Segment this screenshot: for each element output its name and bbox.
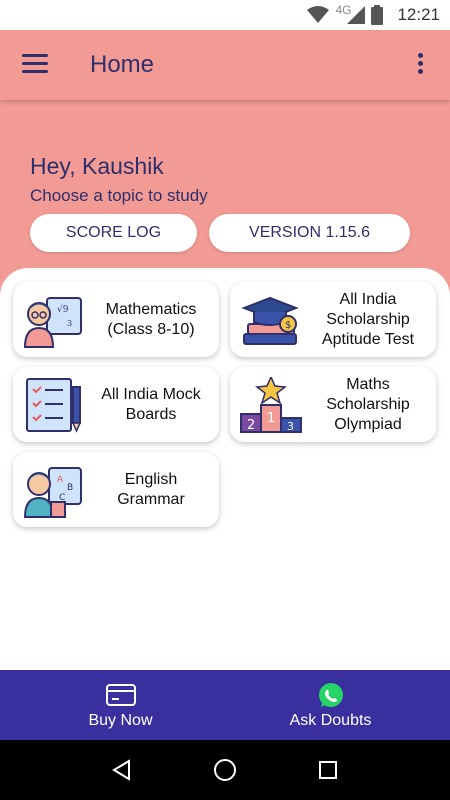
hamburger-menu-icon[interactable] xyxy=(22,54,48,76)
app-bar: Home xyxy=(0,30,450,100)
wifi-icon xyxy=(307,6,330,23)
topic-card-olympiad[interactable]: 1 2 3 Maths Scholarship Olympiad xyxy=(230,367,436,442)
svg-text:√9: √9 xyxy=(57,304,69,315)
status-bar: 4G 12:21 xyxy=(0,0,450,30)
system-navigation-bar xyxy=(0,740,450,800)
recents-icon[interactable] xyxy=(308,750,348,790)
podium-star-icon: 1 2 3 xyxy=(240,377,302,433)
back-icon[interactable] xyxy=(102,750,142,790)
graduation-books-icon: $ xyxy=(241,296,299,345)
topic-card-aptitude-test[interactable]: $ All India Scholarship Aptitude Test xyxy=(230,282,436,357)
svg-text:3: 3 xyxy=(67,319,72,328)
greeting-subtitle: Choose a topic to study xyxy=(30,186,208,205)
student-math-icon: √9 3 xyxy=(23,297,82,348)
ask-doubts-button[interactable]: Ask Doubts xyxy=(218,670,443,740)
home-icon[interactable] xyxy=(205,750,245,790)
topic-card-english-grammar[interactable]: A B C English Grammar xyxy=(13,452,219,527)
whatsapp-icon xyxy=(318,683,343,707)
buy-now-button[interactable]: Buy Now xyxy=(8,670,233,740)
checklist-pen-icon xyxy=(26,378,82,433)
topic-label: English Grammar xyxy=(117,470,185,508)
topic-card-mock-boards[interactable]: All India Mock Boards xyxy=(13,367,219,442)
clock: 12:21 xyxy=(397,5,440,24)
topic-label: All India Scholarship Aptitude Test xyxy=(321,290,415,348)
greeting-text: Hey, Kaushik xyxy=(30,153,164,179)
svg-text:1: 1 xyxy=(267,411,275,426)
topic-label: Maths Scholarship Olympiad xyxy=(326,375,410,433)
battery-icon xyxy=(371,5,384,25)
version-button[interactable]: VERSION 1.15.6 xyxy=(209,214,410,252)
topics-panel: √9 3 Mathematics (Class 8-10) $ All Indi… xyxy=(0,268,450,670)
svg-text:3: 3 xyxy=(287,420,294,433)
ask-doubts-label: Ask Doubts xyxy=(289,712,372,729)
topic-card-mathematics[interactable]: √9 3 Mathematics (Class 8-10) xyxy=(13,282,219,357)
svg-text:2: 2 xyxy=(247,418,255,433)
credit-card-icon xyxy=(105,684,136,706)
network-type: 4G xyxy=(335,3,352,17)
score-log-button[interactable]: SCORE LOG xyxy=(30,214,197,252)
buy-now-label: Buy Now xyxy=(88,712,153,729)
more-options-icon[interactable] xyxy=(418,53,424,77)
topic-label: All India Mock Boards xyxy=(101,385,201,423)
svg-text:B: B xyxy=(67,483,73,493)
svg-text:$: $ xyxy=(285,320,291,331)
topic-label: Mathematics (Class 8-10) xyxy=(105,300,197,338)
bottom-action-bar: Buy Now Ask Doubts xyxy=(0,670,450,740)
student-abc-icon: A B C xyxy=(23,467,82,518)
svg-text:A: A xyxy=(57,475,64,485)
page-title: Home xyxy=(90,51,155,78)
